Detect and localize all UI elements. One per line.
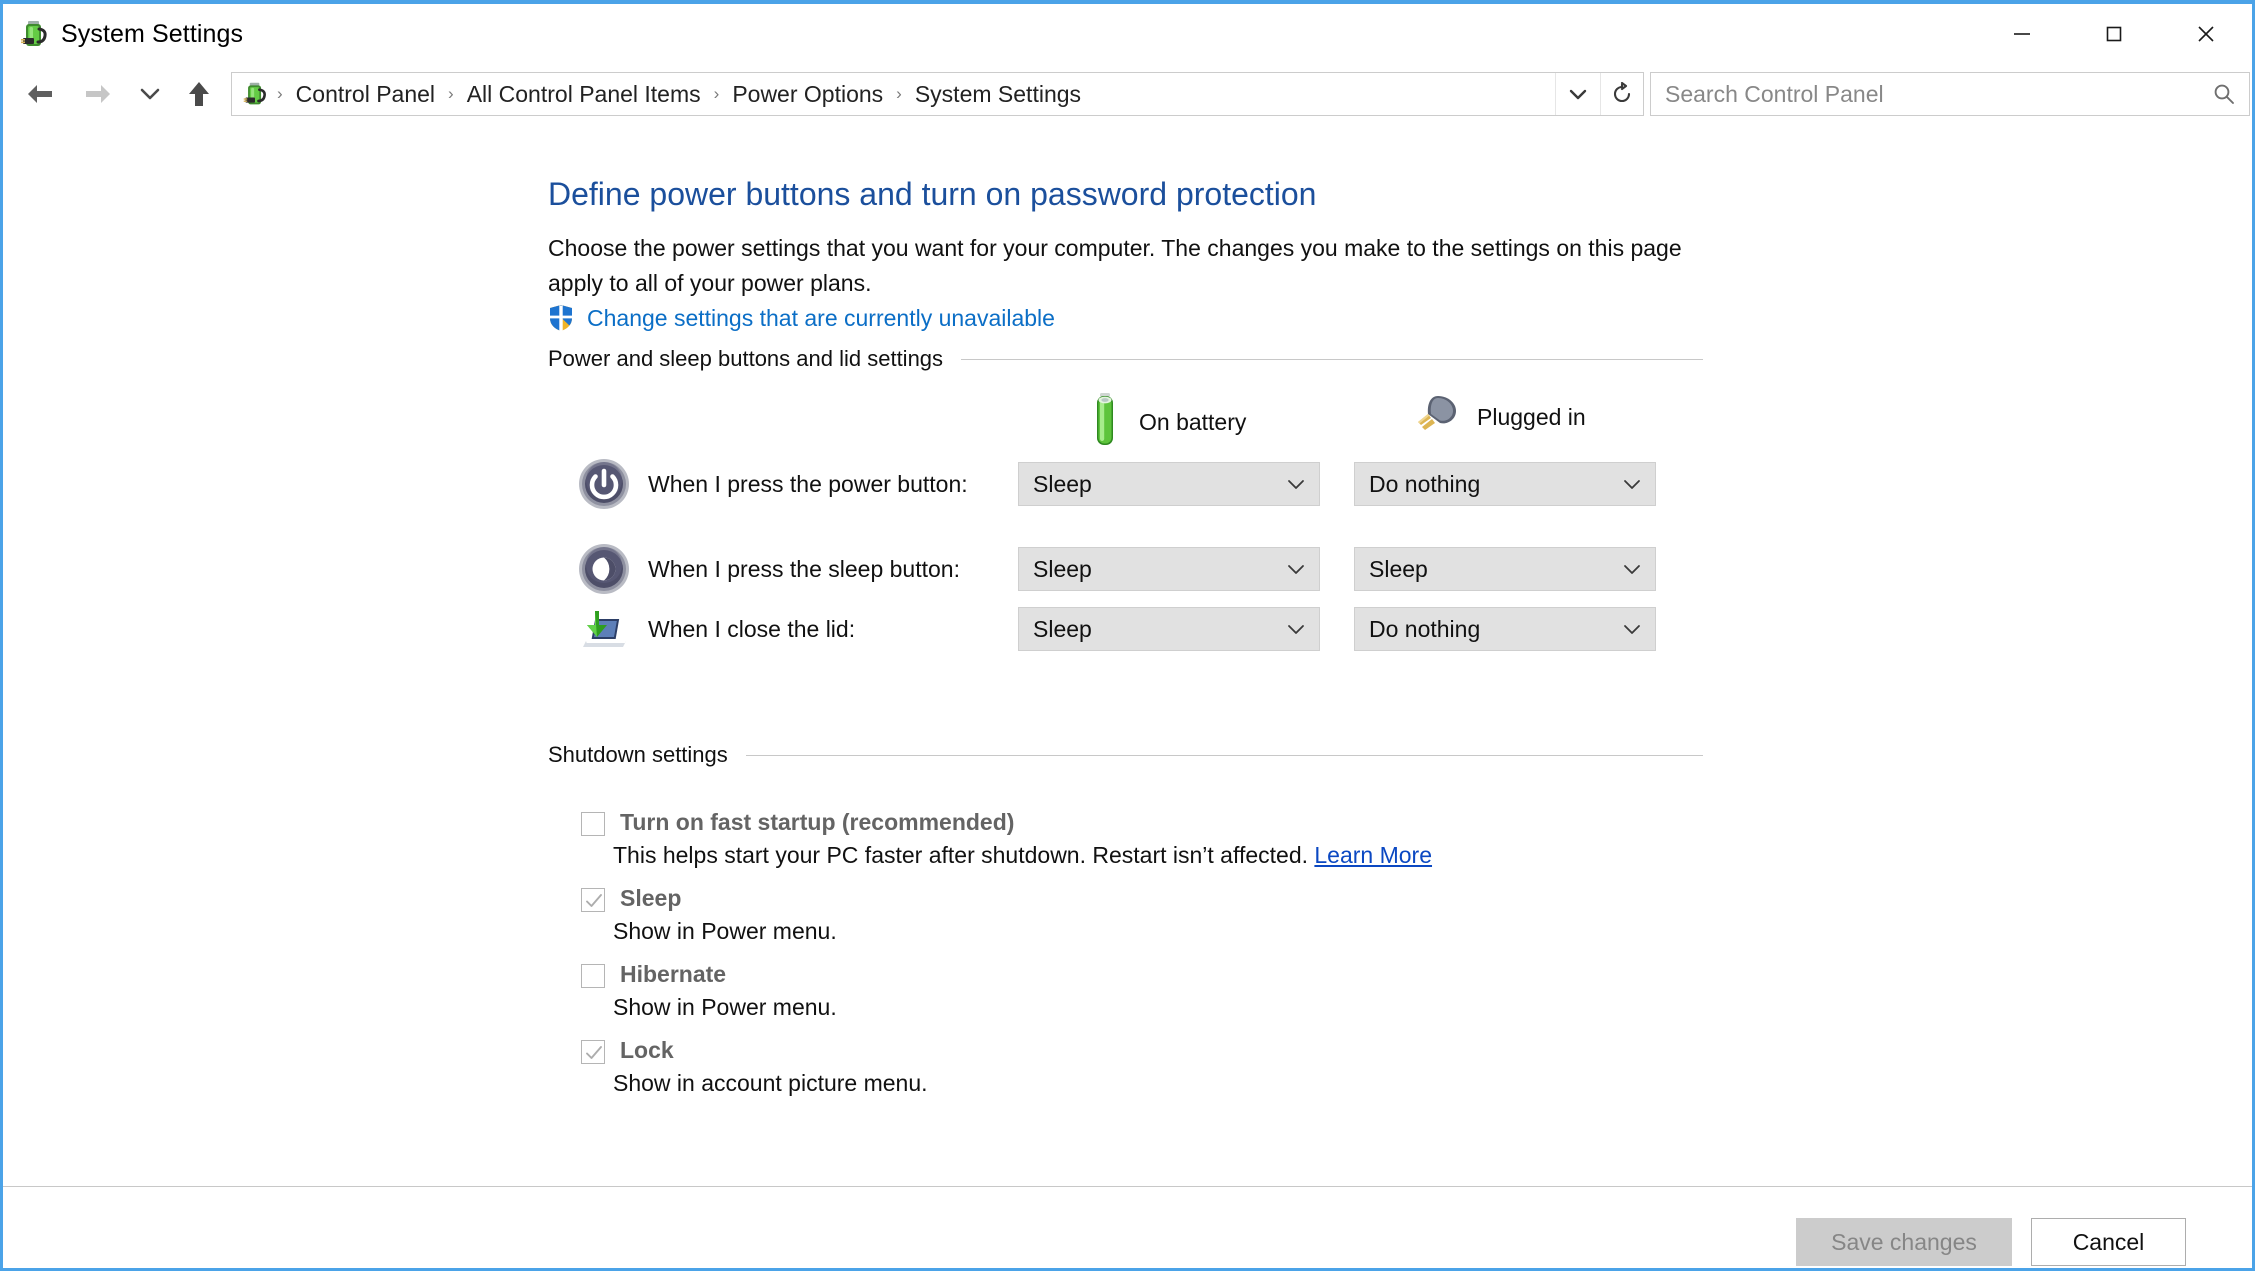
power-section-title: Power and sleep buttons and lid settings [548,346,944,371]
breadcrumb-separator: › [277,84,283,103]
back-arrow-icon[interactable] [11,65,69,123]
minimize-button[interactable] [1976,4,2068,63]
address-chevron-down-icon[interactable] [1555,73,1600,115]
checkbox-description-sleep: Show in Power menu. [613,918,837,944]
checkbox-row-sleep[interactable]: Sleep [581,885,681,912]
power-battery-icon [19,19,49,49]
battery-icon [1088,392,1122,453]
checkbox-fast-startup[interactable] [581,812,605,836]
refresh-icon[interactable] [1600,73,1643,115]
title-bar: System Settings [3,4,2252,64]
fast-startup-description-text: This helps start your PC faster after sh… [613,842,1308,868]
search-input[interactable] [1651,72,2199,116]
combo-power-button-plugged-in[interactable]: Do nothing [1354,462,1656,506]
chevron-down-icon [1287,478,1305,490]
breadcrumb-separator: › [896,84,902,103]
page-description: Choose the power settings that you want … [548,235,1682,296]
checkbox-hibernate[interactable] [581,964,605,988]
breadcrumb-separator: › [448,84,454,103]
checkbox-row-hibernate[interactable]: Hibernate [581,961,726,988]
navigation-bar: › Control Panel › All Control Panel Item… [3,64,2252,124]
setting-row-sleep-button: When I press the sleep button: Sleep Sle… [578,539,1656,599]
column-label-plugged-in: Plugged in [1477,404,1586,430]
combo-value: Sleep [1033,555,1092,582]
checkbox-label-sleep: Sleep [620,885,682,911]
window-title: System Settings [61,19,244,48]
combo-sleep-button-on-battery[interactable]: Sleep [1018,547,1320,591]
chevron-down-icon [1623,623,1641,635]
setting-row-power-button: When I press the power button: Sleep Do … [578,454,1656,514]
breadcrumb-item-system-settings[interactable]: System Settings [911,81,1085,108]
maximize-button[interactable] [2068,4,2160,63]
combo-sleep-button-plugged-in[interactable]: Sleep [1354,547,1656,591]
breadcrumb-power-battery-icon [242,81,268,107]
combo-value: Sleep [1369,555,1428,582]
window-controls [1976,4,2252,63]
shutdown-section-title: Shutdown settings [548,742,728,767]
up-arrow-icon[interactable] [173,65,225,123]
combo-close-lid-on-battery[interactable]: Sleep [1018,607,1320,651]
breadcrumb-separator: › [713,84,720,103]
address-bar[interactable]: › Control Panel › All Control Panel Item… [231,72,1644,116]
column-label-on-battery: On battery [1139,409,1247,435]
column-header-plugged-in: Plugged in [1408,392,1586,443]
chevron-down-icon [1287,623,1305,635]
setting-label-sleep-button: When I press the sleep button: [648,555,960,582]
breadcrumb-item-control-panel[interactable]: Control Panel [292,81,439,108]
combo-value: Do nothing [1369,615,1481,642]
footer-buttons: Save changes Cancel [1796,1218,2186,1266]
checkbox-label-fast-startup: Turn on fast startup (recommended) [620,809,1015,835]
power-button-icon [578,458,630,510]
checkbox-label-lock: Lock [620,1037,674,1063]
breadcrumb-item-all-control-panel-items[interactable]: All Control Panel Items [463,81,705,108]
checkbox-description-hibernate: Show in Power menu. [613,994,837,1020]
forward-arrow-icon[interactable] [69,65,127,123]
checkbox-sleep[interactable] [581,888,605,912]
system-settings-window: System Settings › Control Panel › All Co… [0,0,2255,1271]
shutdown-section-header: Shutdown settings [548,742,1703,768]
search-box[interactable] [1650,72,2250,116]
chevron-down-icon [1623,478,1641,490]
combo-close-lid-plugged-in[interactable]: Do nothing [1354,607,1656,651]
combo-power-button-on-battery[interactable]: Sleep [1018,462,1320,506]
setting-label-close-lid: When I close the lid: [648,615,856,642]
section-divider [745,754,1703,756]
power-section-header: Power and sleep buttons and lid settings [548,346,1703,372]
power-plug-icon [1408,392,1460,443]
learn-more-link[interactable]: Learn More [1314,842,1432,868]
setting-label-power-button: When I press the power button: [648,470,968,497]
laptop-lid-icon [578,603,630,655]
breadcrumb-item-power-options[interactable]: Power Options [728,81,887,108]
setting-row-close-lid: When I close the lid: Sleep Do nothing [578,599,1656,659]
uac-link-row[interactable]: Change settings that are currently unava… [548,304,1055,332]
chevron-down-icon [1287,563,1305,575]
combo-value: Sleep [1033,470,1092,497]
save-changes-button[interactable]: Save changes [1796,1218,2012,1266]
sleep-button-icon [578,543,630,595]
content-area: Define power buttons and turn on passwor… [3,124,2252,1268]
close-button[interactable] [2160,4,2252,63]
uac-change-settings-link[interactable]: Change settings that are currently unava… [587,305,1055,332]
checkbox-lock[interactable] [581,1040,605,1064]
checkbox-row-lock[interactable]: Lock [581,1037,674,1064]
combo-value: Sleep [1033,615,1092,642]
chevron-down-icon [1623,563,1641,575]
column-header-on-battery: On battery [1088,392,1246,453]
footer-divider [3,1186,2252,1187]
chevron-down-icon[interactable] [127,65,173,123]
section-divider [961,358,1703,360]
checkbox-description-fast-startup: This helps start your PC faster after sh… [613,842,1432,869]
page-title: Define power buttons and turn on passwor… [548,176,1317,212]
checkbox-row-fast-startup[interactable]: Turn on fast startup (recommended) [581,809,1014,836]
cancel-button[interactable]: Cancel [2031,1218,2186,1266]
search-icon[interactable] [2199,73,2249,115]
uac-shield-icon [548,304,574,332]
checkbox-label-hibernate: Hibernate [620,961,727,987]
checkbox-description-lock: Show in account picture menu. [613,1070,928,1096]
combo-value: Do nothing [1369,470,1481,497]
